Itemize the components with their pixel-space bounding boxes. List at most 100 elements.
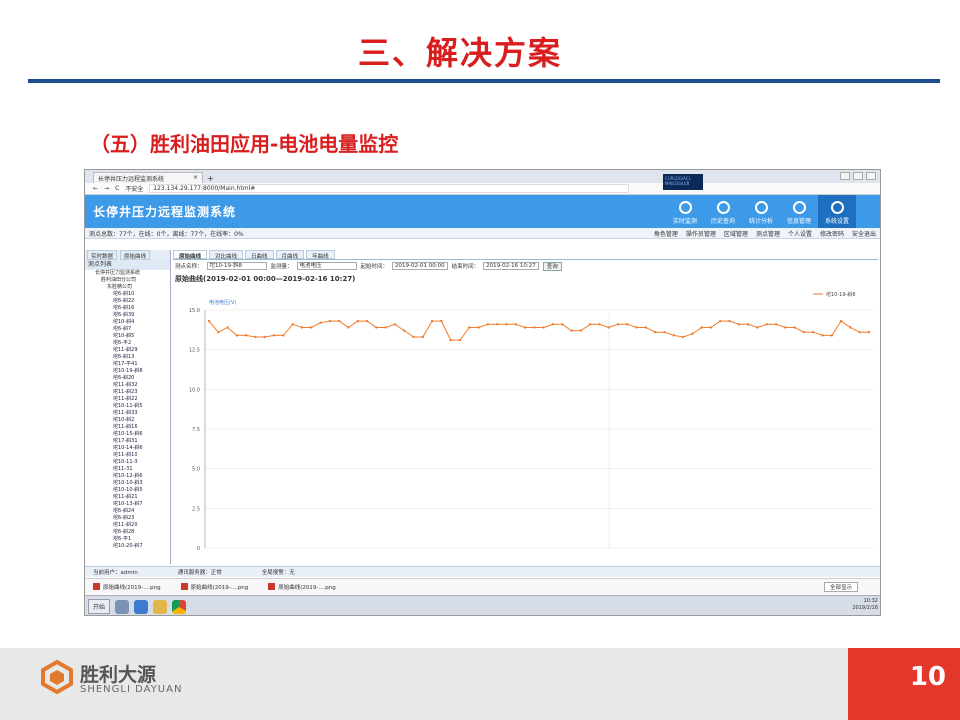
data-point xyxy=(849,326,852,329)
url-input[interactable]: 123.134.29.177:8000/Main.html# xyxy=(149,184,630,193)
overlay-panel: CURLOG/ACL MAILOG/LVB xyxy=(663,174,703,190)
curve-subtab[interactable]: 年曲线 xyxy=(306,250,335,260)
data-point xyxy=(226,326,229,329)
well-item[interactable]: 坨6-斜20 xyxy=(89,375,170,382)
well-item[interactable]: 坨11-斜23 xyxy=(89,389,170,396)
download-item[interactable]: 原始曲线(2019-....png xyxy=(93,583,161,591)
curve-subtab[interactable]: 日曲线 xyxy=(245,250,274,260)
nav-item-2[interactable]: 统计分析 xyxy=(742,195,780,228)
browser-tab[interactable]: 长停井压力远程监测系统 × xyxy=(93,172,203,183)
well-item[interactable]: 坨11-斜21 xyxy=(89,494,170,501)
end-time-input[interactable]: 2019-02-16 10:27 xyxy=(483,262,539,270)
point-select[interactable]: 坨10-19-斜8 xyxy=(206,262,267,270)
sidebar-header: 测点列表 xyxy=(85,260,170,270)
data-point xyxy=(635,326,638,329)
well-item[interactable]: 坨6-平1 xyxy=(89,536,170,543)
well-item[interactable]: 坨6-斜24 xyxy=(89,508,170,515)
well-item[interactable]: 坨11-斜29 xyxy=(89,347,170,354)
end-label: 结束时间： xyxy=(451,264,480,270)
well-item[interactable]: 坨10-19-斜8 xyxy=(89,368,170,375)
well-item[interactable]: 坨10-11-3 xyxy=(89,459,170,466)
chart-icon xyxy=(754,201,768,214)
nav-item-3[interactable]: 信息管理 xyxy=(780,195,818,228)
sidebar-tab-realtime[interactable]: 实时数据 xyxy=(87,250,118,260)
start-button[interactable]: 开始 xyxy=(88,599,111,614)
show-all-button[interactable]: 全部显示 xyxy=(823,582,858,592)
security-label: 不安全 xyxy=(125,186,144,193)
well-item[interactable]: 坨6-斜13 xyxy=(89,354,170,361)
well-item[interactable]: 坨11-斜32 xyxy=(89,382,170,389)
forward-icon[interactable]: → xyxy=(104,185,109,192)
well-item[interactable]: 坨6-斜10 xyxy=(89,291,170,298)
maximize-icon[interactable] xyxy=(853,172,863,180)
well-item[interactable]: 坨11-斜33 xyxy=(89,410,170,417)
title-rule xyxy=(28,79,940,83)
well-item[interactable]: 坨11-斜16 xyxy=(89,424,170,431)
close-icon[interactable]: × xyxy=(193,174,198,182)
data-point xyxy=(319,321,322,324)
toolbar-link[interactable]: 角色管理 xyxy=(654,229,678,238)
toolbar-links: 角色管理 操作员管理 区域管理 测点管理 个人设置 修改密码 安全退出 xyxy=(654,229,876,238)
sidebar-tab-curve[interactable]: 原始曲线 xyxy=(120,250,151,260)
data-point xyxy=(561,323,564,326)
curve-subtab[interactable]: 原始曲线 xyxy=(173,250,208,260)
reload-icon[interactable]: C xyxy=(115,185,119,192)
tree-company[interactable]: 胜利油田分公司 xyxy=(89,277,170,284)
account-link[interactable]: 修改密码 xyxy=(820,229,844,238)
nav-item-0[interactable]: 实时监测 xyxy=(666,195,704,228)
well-item[interactable]: 坨10-11-斜5 xyxy=(89,403,170,410)
well-item[interactable]: 坨10-14-斜6 xyxy=(89,445,170,452)
back-icon[interactable]: ← xyxy=(93,185,98,192)
account-link[interactable]: 安全退出 xyxy=(852,229,876,238)
well-item[interactable]: 坨10-斜4 xyxy=(89,319,170,326)
well-item[interactable]: 坨10-斜5 xyxy=(89,333,170,340)
well-item[interactable]: 坨10-13-斜7 xyxy=(89,501,170,508)
tree-root[interactable]: 长停井压力监测系统 xyxy=(89,270,170,277)
download-item[interactable]: 原始曲线(2019-....png xyxy=(268,583,336,591)
well-item[interactable]: 坨6-斜39 xyxy=(89,312,170,319)
toolbar-link[interactable]: 测点管理 xyxy=(756,229,780,238)
nav-item-4[interactable]: 系统设置 xyxy=(818,195,856,228)
well-item[interactable]: 坨10-10-斜3 xyxy=(89,480,170,487)
well-item[interactable]: 坨11-31 xyxy=(89,466,170,473)
well-item[interactable]: 坨17-斜31 xyxy=(89,438,170,445)
window-close-icon[interactable] xyxy=(866,172,876,180)
metric-select[interactable]: 电池电压 xyxy=(296,262,357,270)
well-item[interactable]: 坨6-平2 xyxy=(89,340,170,347)
well-item[interactable]: 坨6-斜16 xyxy=(89,305,170,312)
legend[interactable]: 坨10-19-斜8 xyxy=(813,291,856,298)
well-item[interactable]: 坨10-斜2 xyxy=(89,417,170,424)
well-item[interactable]: 坨11-斜20 xyxy=(89,522,170,529)
app-icon-1[interactable] xyxy=(115,599,130,614)
data-point xyxy=(821,334,824,337)
download-item[interactable]: 原始曲线(2019-....png xyxy=(180,583,248,591)
new-tab-icon[interactable]: + xyxy=(207,174,214,183)
chrome-icon[interactable] xyxy=(172,599,187,614)
query-button[interactable]: 查询 xyxy=(542,261,562,271)
app-icon-2[interactable] xyxy=(134,599,149,614)
well-item[interactable]: 坨11-斜10 xyxy=(89,452,170,459)
toolbar-link[interactable]: 操作员管理 xyxy=(686,229,716,238)
well-item[interactable]: 坨10-15-斜6 xyxy=(89,431,170,438)
toolbar-link[interactable]: 区域管理 xyxy=(724,229,748,238)
tree-unit[interactable]: 东胜精公司 xyxy=(89,284,170,291)
well-item[interactable]: 坨6-斜7 xyxy=(89,326,170,333)
nav-label: 系统设置 xyxy=(824,218,849,225)
toolbar-link[interactable]: 个人设置 xyxy=(788,229,812,238)
well-item[interactable]: 坨10-10-斜5 xyxy=(89,487,170,494)
well-item[interactable]: 坨10-12-斜6 xyxy=(89,473,170,480)
folder-icon[interactable] xyxy=(153,599,168,614)
minimize-icon[interactable] xyxy=(840,172,850,180)
nav-item-1[interactable]: 历史查询 xyxy=(704,195,742,228)
well-item[interactable]: 坨6-斜28 xyxy=(89,529,170,536)
well-item[interactable]: 坨6-斜22 xyxy=(89,298,170,305)
curve-subtab[interactable]: 对比曲线 xyxy=(209,250,244,260)
start-time-input[interactable]: 2019-02-01 00:00 xyxy=(392,262,448,270)
well-item[interactable]: 坨17-平41 xyxy=(89,361,170,368)
well-item[interactable]: 坨11-斜22 xyxy=(89,396,170,403)
data-point xyxy=(719,319,722,323)
data-point xyxy=(505,323,508,326)
well-item[interactable]: 坨10-20-斜7 xyxy=(89,543,170,550)
curve-subtab[interactable]: 月曲线 xyxy=(275,250,305,260)
well-item[interactable]: 坨6-斜23 xyxy=(89,515,170,522)
